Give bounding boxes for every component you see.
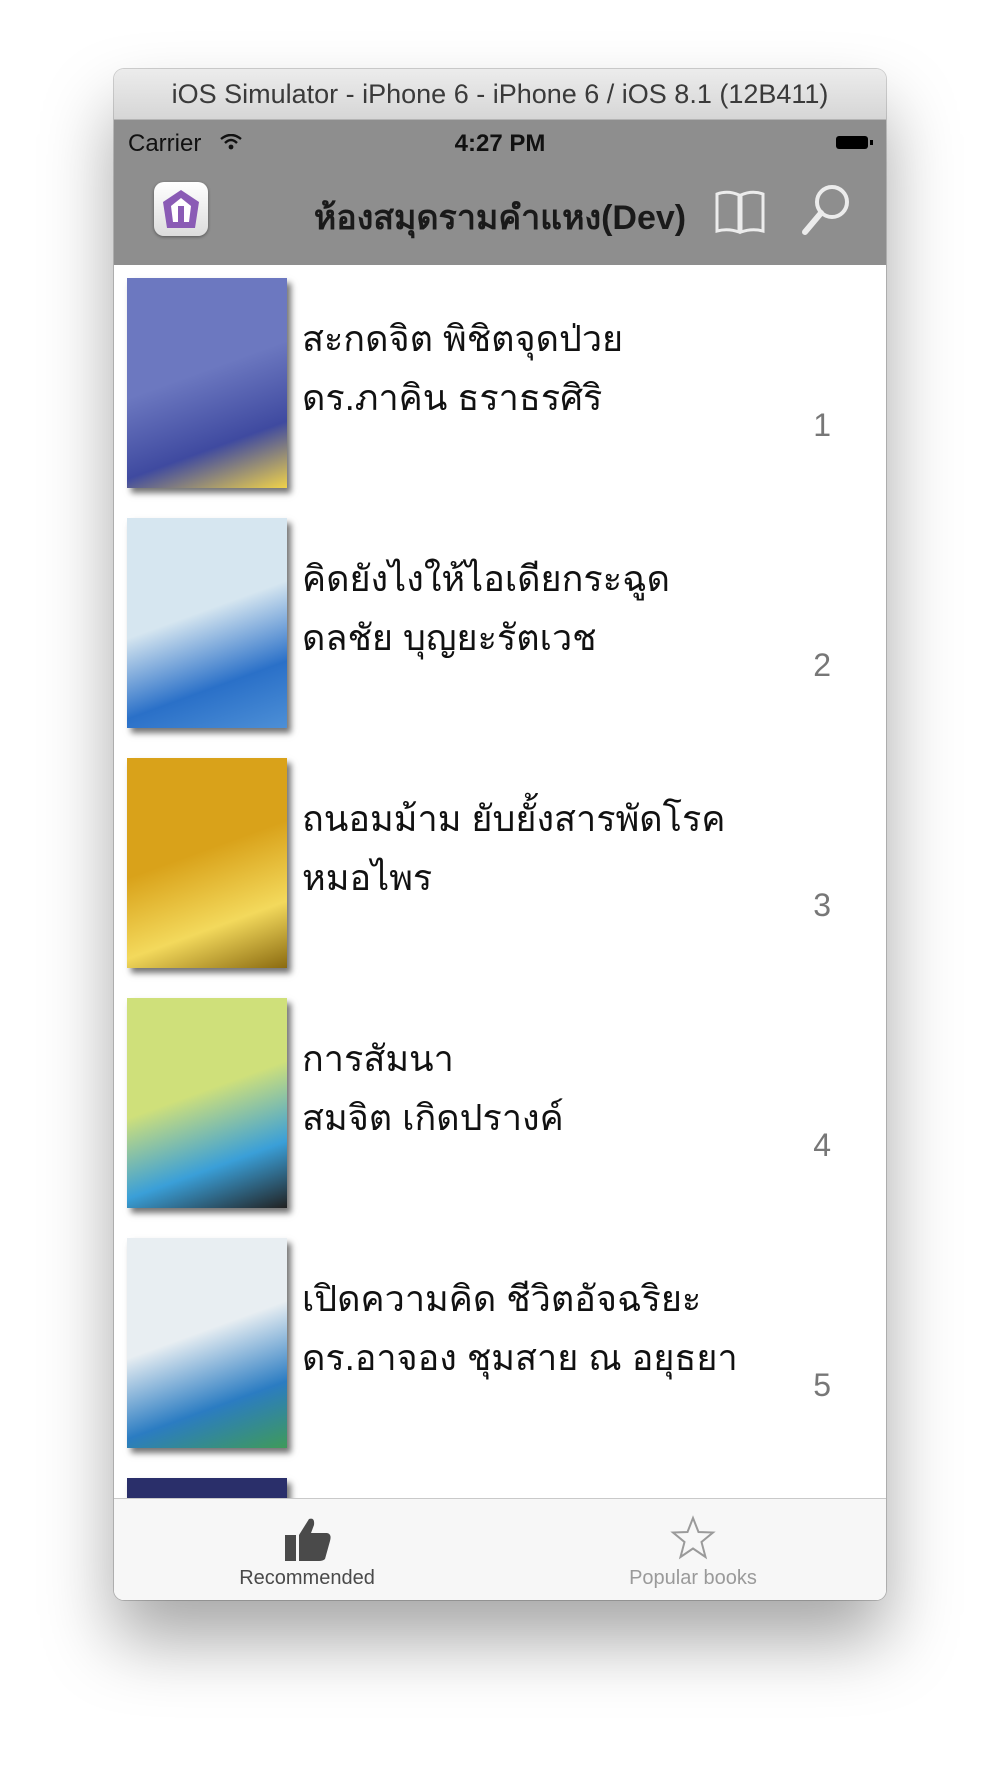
list-item[interactable]: คิดยังไงให้ไอเดียกระฉูด ดลชัย บุญยะรัตเว… <box>114 505 886 745</box>
book-title: คิดยังไงให้ไอเดียกระฉูด <box>302 558 670 599</box>
book-rank: 2 <box>813 647 831 683</box>
book-author: ดร.ภาคิน ธราธรศิริ <box>302 377 603 418</box>
search-icon[interactable] <box>800 182 854 238</box>
book-author: สมจิต เกิดปรางค์ <box>302 1097 564 1138</box>
book-rank: 5 <box>813 1367 831 1403</box>
book-icon[interactable] <box>714 188 766 236</box>
page-title: ห้องสมุดรามคำแหง(Dev) <box>313 199 687 237</box>
status-time: 4:27 PM <box>454 130 546 157</box>
book-cover <box>127 1478 287 1498</box>
tab-label: Popular books <box>629 1567 757 1589</box>
book-rank: 1 <box>813 407 831 443</box>
book-title: สะกดจิต พิชิตจุดป่วย <box>302 318 624 359</box>
navigation-bar: ห้องสมุดรามคำแหง(Dev) <box>114 166 886 265</box>
simulator-window: iOS Simulator - iPhone 6 - iPhone 6 / iO… <box>114 69 886 1600</box>
book-cover-art <box>127 518 287 728</box>
book-author: หมอไพร <box>302 857 433 898</box>
list-item[interactable] <box>114 1465 886 1498</box>
book-title: การสัมนา <box>302 1038 454 1079</box>
book-cover-art <box>127 1238 287 1448</box>
book-rank: 4 <box>813 1127 831 1163</box>
book-title: ถนอมม้าม ยับยั้งสารพัดโรค <box>302 798 726 839</box>
book-list[interactable]: สะกดจิต พิชิตจุดป่วย ดร.ภาคิน ธราธรศิริ … <box>114 265 886 1498</box>
tab-bar: Recommended Popular books <box>114 1498 886 1600</box>
book-author: ดร.อาจอง ชุมสาย ณ อยุธยา <box>302 1337 738 1378</box>
list-item[interactable]: เปิดความคิด ชีวิตอัจฉริยะ ดร.อาจอง ชุมสา… <box>114 1225 886 1465</box>
app-header: Carrier 4:27 PM ห้องสมุดรามคำแหง(Dev) <box>114 120 886 265</box>
window-title: iOS Simulator - iPhone 6 - iPhone 6 / iO… <box>114 69 886 120</box>
status-bar: Carrier 4:27 PM <box>114 120 886 166</box>
star-icon <box>670 1515 716 1560</box>
book-cover-art <box>127 758 287 968</box>
battery-icon <box>836 136 873 149</box>
tab-popular-books[interactable]: Popular books <box>500 1499 886 1600</box>
book-cover <box>127 518 287 728</box>
tab-label: Recommended <box>239 1567 375 1589</box>
book-cover-art <box>127 278 287 488</box>
book-cover <box>127 278 287 488</box>
book-rank: 3 <box>813 887 831 923</box>
book-title: เปิดความคิด ชีวิตอัจฉริยะ <box>302 1278 702 1319</box>
list-item[interactable]: ถนอมม้าม ยับยั้งสารพัดโรค หมอไพร 3 <box>114 745 886 985</box>
book-cover <box>127 998 287 1208</box>
phone-screen: Carrier 4:27 PM ห้องสมุดรามคำแหง(Dev) สะ… <box>114 120 886 1600</box>
book-cover-art <box>127 998 287 1208</box>
tab-recommended[interactable]: Recommended <box>114 1499 500 1600</box>
list-item[interactable]: การสัมนา สมจิต เกิดปรางค์ 4 <box>114 985 886 1225</box>
book-author: ดลชัย บุญยะรัตเวช <box>302 617 597 658</box>
thumbs-up-icon <box>285 1518 331 1561</box>
book-cover <box>127 758 287 968</box>
list-item[interactable]: สะกดจิต พิชิตจุดป่วย ดร.ภาคิน ธราธรศิริ … <box>114 265 886 505</box>
book-cover <box>127 1238 287 1448</box>
